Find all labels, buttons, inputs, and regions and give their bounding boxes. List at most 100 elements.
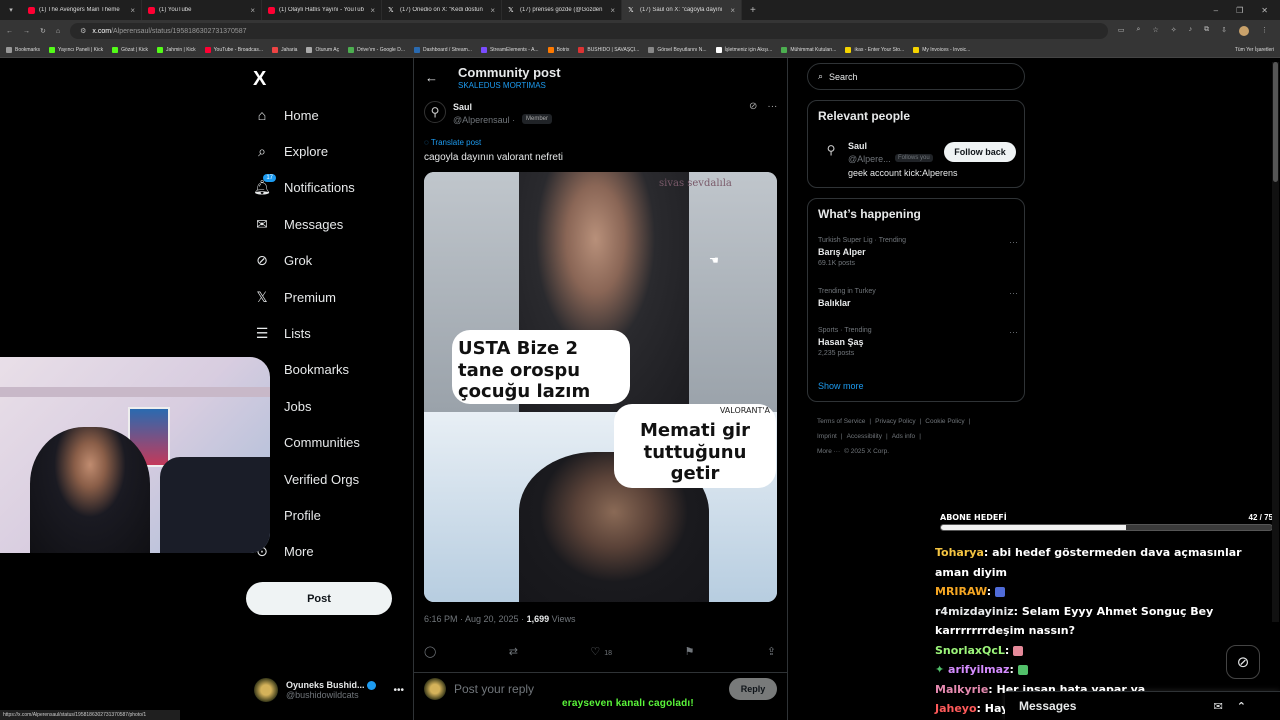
close-icon[interactable]: × <box>250 6 255 15</box>
all-bookmarks-link[interactable]: Tüm Yer İşaretleri <box>1235 47 1274 53</box>
trend-item[interactable]: Turkish Super Lig · Trending Barış Alper… <box>818 237 1018 267</box>
author-handle[interactable]: @Alperensaul · <box>453 115 515 125</box>
follow-back-button[interactable]: Follow back <box>944 142 1016 162</box>
bookmark-item[interactable]: StreamElements - A... <box>480 46 539 53</box>
bookmark-item[interactable]: Drive'ım - Google D... <box>348 46 405 53</box>
close-icon[interactable]: × <box>610 6 615 15</box>
profile-avatar[interactable] <box>1239 26 1249 36</box>
kebab-menu-icon[interactable]: ⋮ <box>1261 26 1268 36</box>
home-icon[interactable]: ⌂ <box>56 28 60 35</box>
repost-icon[interactable]: ⇄ <box>509 645 518 658</box>
post-button[interactable]: Post <box>246 582 392 615</box>
nav-item-explore[interactable]: ⌕ Explore <box>254 143 328 159</box>
author-avatar[interactable]: ⚲ <box>424 101 446 123</box>
more-dots-icon[interactable]: ··· <box>1009 237 1018 247</box>
site-info-icon[interactable]: ⚙ <box>80 27 86 35</box>
scrollbar-thumb[interactable] <box>1273 62 1278 182</box>
bookmark-item[interactable]: ikas - Enter Your Sto... <box>845 46 904 53</box>
translate-link[interactable]: ◌ Translate post <box>424 138 481 147</box>
browser-tab[interactable]: (1) The Avengers Main Theme × <box>22 0 142 20</box>
search-input[interactable]: ⌕ Search <box>807 63 1025 90</box>
footer-link[interactable]: Imprint <box>817 433 837 440</box>
close-icon[interactable]: × <box>130 6 135 15</box>
account-switcher[interactable]: Oyuneks Bushid... @bushidowildcats ••• <box>254 678 404 702</box>
author-name[interactable]: Saul <box>453 102 472 112</box>
tab-search-icon[interactable]: ▾ <box>0 6 22 14</box>
browser-tab[interactable]: 𝕏 (17) prenses gözde (@Gozden × <box>502 0 622 20</box>
bookmark-item[interactable]: Görsel Boyutlarını N... <box>648 46 707 53</box>
share-icon[interactable]: ⇪ <box>767 645 776 658</box>
more-dots-icon[interactable]: ••• <box>393 685 404 696</box>
bookmark-item[interactable]: Dashboard / Stream... <box>414 46 472 53</box>
bookmark-icon[interactable]: ⚑ <box>684 645 694 658</box>
more-dots-icon[interactable]: ··· <box>1009 288 1018 298</box>
reply-button[interactable]: Reply <box>729 678 777 700</box>
close-window-icon[interactable]: ✕ <box>1261 6 1268 15</box>
new-tab-button[interactable]: + <box>742 5 764 16</box>
close-icon[interactable]: × <box>490 6 495 15</box>
forward-icon[interactable]: → <box>23 28 30 35</box>
bookmark-item[interactable]: Bookmarks <box>6 46 40 53</box>
zoom-icon[interactable]: ⌕ <box>1137 26 1141 36</box>
community-link[interactable]: SKALEDUS MORTIMAS <box>458 81 546 90</box>
show-more-link[interactable]: Show more <box>818 381 864 391</box>
nav-item-notifications[interactable]: 🔔︎ 17 Notifications <box>253 173 355 196</box>
grok-fab-icon[interactable]: ⊘ <box>1226 645 1260 679</box>
more-dots-icon[interactable]: ··· <box>767 101 777 112</box>
person-name[interactable]: Saul <box>848 141 867 151</box>
minimize-icon[interactable]: – <box>1214 6 1218 15</box>
back-icon[interactable]: ← <box>6 28 13 35</box>
bookmark-item[interactable]: Mühimmat Kutuları... <box>781 46 836 53</box>
footer-link[interactable]: Accessibility <box>847 433 882 440</box>
bookmark-item[interactable]: İşletmeniz için Akışı... <box>715 46 772 53</box>
like-button[interactable]: ♡ 18 <box>590 645 612 658</box>
bookmark-item[interactable]: Oturum Aç <box>306 46 339 53</box>
person-handle[interactable]: @Alpere... <box>848 154 891 164</box>
close-icon[interactable]: × <box>370 6 375 15</box>
bookmark-item[interactable]: My Invoices - Invoic... <box>913 46 970 53</box>
page-scrollbar[interactable] <box>1272 62 1279 622</box>
browser-tab-active[interactable]: 𝕏 (17) Saul on X: "cagoyla dayını × <box>622 0 742 20</box>
browser-tab[interactable]: (1) YouTube × <box>142 0 262 20</box>
bookmark-item[interactable]: Botrix <box>547 46 569 53</box>
cast-icon[interactable]: ▭ <box>1118 26 1125 36</box>
back-arrow-icon[interactable]: ← <box>425 70 438 85</box>
footer-link[interactable]: © 2025 X Corp. <box>844 448 889 455</box>
trend-item[interactable]: Trending in Turkey Balıklar ··· <box>818 288 1018 308</box>
reload-icon[interactable]: ↻ <box>40 27 46 35</box>
footer-link[interactable]: Terms of Service <box>817 418 865 425</box>
expand-icon[interactable]: ⌃ <box>1237 700 1246 713</box>
post-image[interactable]: sivas sevdalıla USTA Bize 2 tane orospu … <box>424 172 777 602</box>
puzzle-icon[interactable]: ⧉ <box>1204 26 1209 36</box>
person-avatar[interactable]: ⚲ <box>820 139 842 161</box>
url-field[interactable]: ⚙ x.com/Alperensaul/status/1958186302731… <box>70 23 1108 39</box>
nav-item-grok[interactable]: ⊘ Grok <box>254 252 312 269</box>
bookmark-item[interactable]: Jaharia <box>272 46 297 53</box>
star-icon[interactable]: ☆ <box>1152 26 1158 36</box>
nav-item-home[interactable]: ⌂ Home <box>254 107 319 123</box>
trend-item[interactable]: Sports · Trending Hasan Şaş 2,235 posts … <box>818 327 1018 357</box>
audio-icon[interactable]: ♪ <box>1189 26 1193 36</box>
close-icon[interactable]: × <box>730 6 735 15</box>
bookmark-item[interactable]: Jahmin | Kick <box>157 46 196 53</box>
maximize-icon[interactable]: ❐ <box>1236 6 1243 15</box>
grok-icon[interactable]: ⊘ <box>749 101 757 112</box>
footer-link[interactable]: Cookie Policy <box>925 418 964 425</box>
nav-item-premium[interactable]: 𝕏 Premium <box>254 289 336 305</box>
x-logo-icon[interactable]: X <box>253 68 266 91</box>
downloads-icon[interactable]: ⇩ <box>1221 26 1227 36</box>
nav-item-lists[interactable]: ☰ Lists <box>254 325 311 341</box>
bookmark-item[interactable]: Gözat | Kick <box>112 46 148 53</box>
bookmark-item[interactable]: YouTube - Broadcas... <box>204 46 263 53</box>
messages-drawer[interactable]: Messages ✉ ⌃ <box>1005 691 1280 720</box>
bookmark-item[interactable]: Yayıncı Paneli | Kick <box>49 46 103 53</box>
bookmark-item[interactable]: BUSHIDO | SAVAŞÇI... <box>578 46 639 53</box>
browser-tab[interactable]: (1) Olaylı Hatlıs Yayını - YouTub × <box>262 0 382 20</box>
extension-icon[interactable]: ✧ <box>1171 26 1177 36</box>
footer-link[interactable]: Ads info <box>892 433 916 440</box>
more-dots-icon[interactable]: ··· <box>1009 327 1018 337</box>
reply-icon[interactable]: ◯ <box>424 645 436 658</box>
footer-link[interactable]: Privacy Policy <box>875 418 915 425</box>
compose-message-icon[interactable]: ✉ <box>1214 700 1223 713</box>
post-time[interactable]: 6:16 PM · Aug 20, 2025 · <box>424 614 527 624</box>
